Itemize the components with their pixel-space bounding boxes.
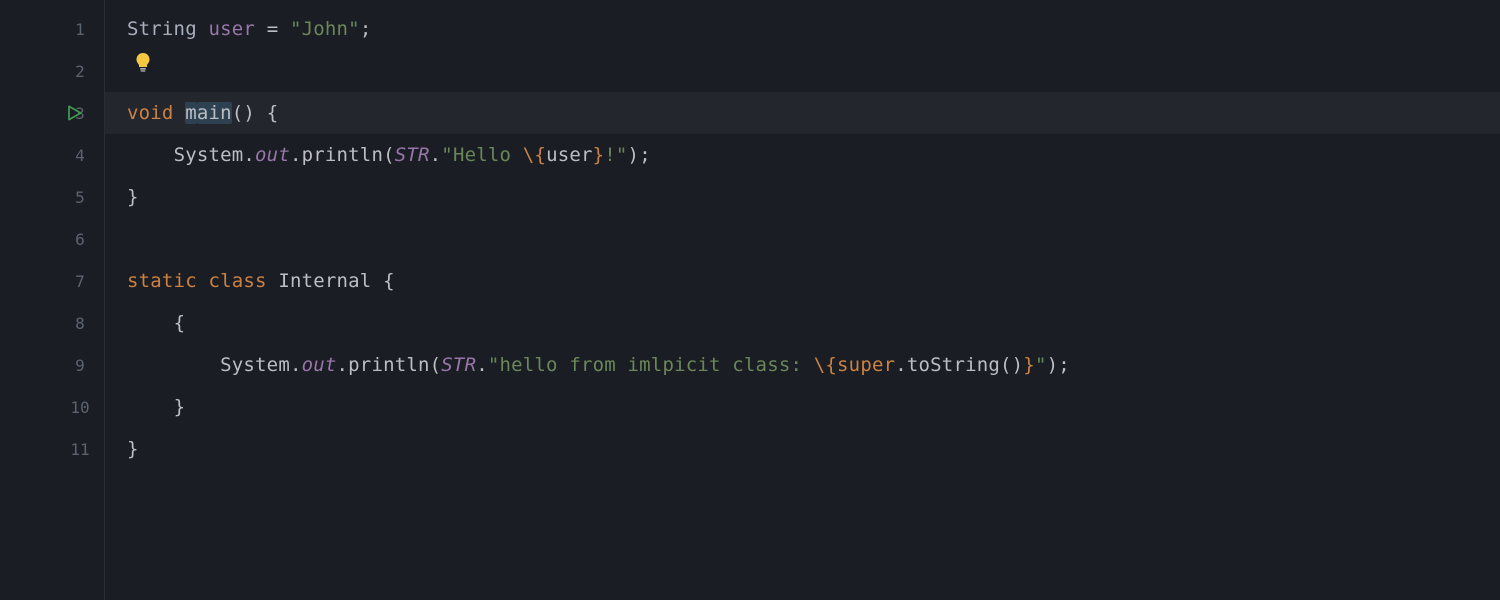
token-brace: } [127, 186, 139, 208]
gutter-row[interactable]: 1 [0, 8, 104, 50]
code-line-1[interactable]: String user = "John"; [105, 8, 1500, 50]
token-field: STR [441, 354, 476, 376]
token-escape: } [593, 144, 605, 166]
token-escape: \{ [814, 354, 837, 376]
code-line-3[interactable]: void main() { [105, 92, 1500, 134]
token-method: toString [907, 354, 1000, 376]
line-number: 9 [68, 356, 92, 375]
gutter-row[interactable]: 7 [0, 260, 104, 302]
token-identifier: m [185, 102, 197, 124]
token-string: " [290, 18, 302, 40]
gutter-row[interactable]: 9 [0, 344, 104, 386]
code-line-9[interactable]: System.out.println(STR."hello from imlpi… [105, 344, 1500, 386]
gutter-row[interactable]: 2 [0, 50, 104, 92]
gutter-row[interactable]: 4 [0, 134, 104, 176]
gutter-row[interactable]: 6 [0, 218, 104, 260]
gutter-row[interactable]: 8 [0, 302, 104, 344]
selection: ain [197, 102, 232, 124]
selection: m [185, 102, 197, 124]
token-string: ! [604, 144, 616, 166]
token-punct: ; [360, 18, 372, 40]
token-type: String [127, 18, 197, 40]
token-identifier: System [220, 354, 290, 376]
line-number: 4 [68, 146, 92, 165]
gutter: 1 2 3 4 5 6 7 8 9 10 [0, 0, 105, 600]
token-field: STR [395, 144, 430, 166]
code-line-11[interactable]: } [105, 428, 1500, 470]
gutter-row[interactable]: 10 [0, 386, 104, 428]
token-keyword: super [837, 354, 895, 376]
token-class: Internal [278, 270, 371, 292]
token-identifier: user [546, 144, 593, 166]
gutter-row[interactable]: 3 [0, 92, 104, 134]
code-editor[interactable]: 1 2 3 4 5 6 7 8 9 10 [0, 0, 1500, 600]
line-number: 11 [68, 440, 92, 459]
line-number: 1 [68, 20, 92, 39]
token-escape: } [1023, 354, 1035, 376]
line-number: 7 [68, 272, 92, 291]
token-method: println [302, 144, 383, 166]
token-string: " [348, 18, 360, 40]
code-line-2[interactable] [105, 50, 1500, 92]
run-icon[interactable] [64, 103, 84, 123]
code-line-8[interactable]: { [105, 302, 1500, 344]
token-keyword: void [127, 102, 174, 124]
gutter-row[interactable]: 11 [0, 428, 104, 470]
token-keyword: static [127, 270, 197, 292]
line-number: 10 [68, 398, 92, 417]
code-line-10[interactable]: } [105, 386, 1500, 428]
token-method: println [348, 354, 429, 376]
code-line-6[interactable] [105, 218, 1500, 260]
token-string: Hello [453, 144, 523, 166]
token-keyword: class [208, 270, 266, 292]
line-number: 5 [68, 188, 92, 207]
gutter-row[interactable]: 5 [0, 176, 104, 218]
code-line-7[interactable]: static class Internal { [105, 260, 1500, 302]
token-field: user [208, 18, 255, 40]
line-number: 2 [68, 62, 92, 81]
lightbulb-icon[interactable] [131, 50, 155, 74]
token-brace: { [383, 270, 395, 292]
token-punct: () [232, 102, 255, 124]
token-field: out [255, 144, 290, 166]
token-operator: = [267, 18, 279, 40]
token-brace: { [267, 102, 279, 124]
token-field: out [302, 354, 337, 376]
code-area[interactable]: String user = "John"; void main() { Syst… [105, 0, 1500, 600]
token-brace: { [174, 312, 186, 334]
token-brace: } [174, 396, 186, 418]
token-string: hello from imlpicit class: [500, 354, 814, 376]
token-escape: \{ [523, 144, 546, 166]
token-string: John [302, 18, 349, 40]
code-line-4[interactable]: System.out.println(STR."Hello \{user}!")… [105, 134, 1500, 176]
line-number: 6 [68, 230, 92, 249]
line-number: 8 [68, 314, 92, 333]
token-identifier: System [174, 144, 244, 166]
token-brace: } [127, 438, 139, 460]
token-identifier: ain [197, 102, 232, 124]
code-line-5[interactable]: } [105, 176, 1500, 218]
